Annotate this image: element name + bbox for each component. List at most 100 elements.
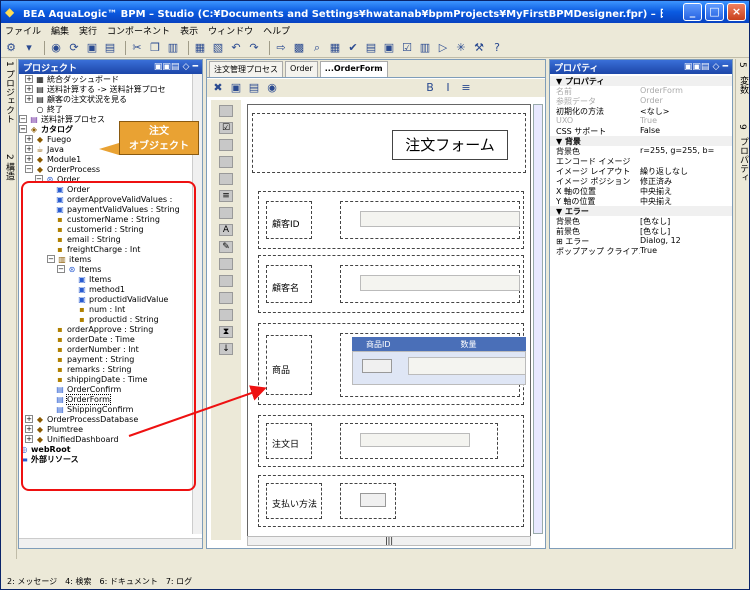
palette-link-icon[interactable]: ✎ <box>219 241 233 253</box>
tree-node[interactable]: + ◆ Fuego <box>25 134 71 144</box>
form-title[interactable]: 注文フォーム <box>392 130 508 160</box>
property-row[interactable]: UXO True <box>550 116 732 126</box>
palette-menu-icon[interactable]: ≡ <box>219 190 233 202</box>
property-row[interactable]: ⊞ エラー Dialog, 12 <box>550 236 732 246</box>
side-tab-properties[interactable]: プロパティ <box>737 137 750 182</box>
status-messages[interactable]: 2: メッセージ <box>7 576 57 587</box>
tree-node[interactable]: − ◆ OrderProcess <box>25 164 100 174</box>
side-tab-structure[interactable]: 2 構造 <box>3 154 16 181</box>
palette-field-icon[interactable] <box>219 275 233 287</box>
deploy-icon[interactable]: ▾ <box>22 41 36 55</box>
expander-icon[interactable]: + <box>25 95 33 103</box>
side-tab-variables[interactable]: 変数 <box>737 76 750 94</box>
delete-icon[interactable]: ✖ <box>211 81 225 95</box>
align-icon[interactable]: ≡ <box>459 81 473 95</box>
tree-node[interactable]: + ▤ 顧客の注文状況を見る <box>25 94 127 104</box>
book-icon[interactable]: ▤ <box>364 41 378 55</box>
redo-icon[interactable]: ↷ <box>247 41 261 55</box>
grid-icon[interactable]: ▩ <box>292 41 306 55</box>
tab-order-form[interactable]: ...OrderForm <box>319 61 388 77</box>
status-search[interactable]: 4: 検索 <box>65 576 91 587</box>
palette-grid-icon[interactable] <box>219 173 233 185</box>
tab-order-process[interactable]: 注文管理プロセス <box>209 61 283 77</box>
expander-icon[interactable]: + <box>25 85 33 93</box>
expander-icon[interactable]: − <box>19 125 27 133</box>
property-value[interactable]: 中央揃え <box>640 196 732 206</box>
product-id-select[interactable] <box>362 359 392 373</box>
check-icon[interactable]: ✔ <box>346 41 360 55</box>
property-row[interactable]: エンコード イメージ <box>550 156 732 166</box>
customer-id-input[interactable] <box>360 211 520 227</box>
property-row[interactable]: 背景色 r=255, g=255, b= <box>550 146 732 156</box>
menu-help[interactable]: ヘルプ <box>263 24 290 37</box>
property-value[interactable] <box>640 76 732 86</box>
tree-node[interactable]: + ☕ Java <box>25 144 64 154</box>
minimize-button[interactable]: _ <box>683 3 702 21</box>
print-icon[interactable]: ▦ <box>193 41 207 55</box>
tree-node[interactable]: + ◆ Module1 <box>25 154 81 164</box>
menu-component[interactable]: コンポーネント <box>107 24 170 37</box>
settings-icon[interactable]: ⚙ <box>4 41 18 55</box>
paste-icon[interactable]: ▥ <box>166 41 180 55</box>
globe-icon[interactable]: ◉ <box>49 41 63 55</box>
menu-window[interactable]: ウィンドウ <box>208 24 253 37</box>
palette-panel-icon[interactable] <box>219 105 233 117</box>
side-tab-project[interactable]: 1 プロジェクト <box>3 61 16 124</box>
preview-icon[interactable]: ▣ <box>229 81 243 95</box>
debug-icon[interactable]: ✳ <box>454 41 468 55</box>
tools-icon[interactable]: ⚒ <box>472 41 486 55</box>
menu-view[interactable]: 表示 <box>180 24 198 37</box>
property-category[interactable]: ▼ エラー <box>550 206 732 216</box>
italic-icon[interactable]: I <box>441 81 455 95</box>
table-icon[interactable]: ▦ <box>328 41 342 55</box>
property-category[interactable]: ▼ プロパティ <box>550 76 732 86</box>
property-row[interactable]: 名前 OrderForm <box>550 86 732 96</box>
property-value[interactable]: <なし> <box>640 106 732 116</box>
tree-node[interactable]: − ▤ 送料計算プロセス <box>19 114 105 124</box>
menu-edit[interactable]: 編集 <box>51 24 69 37</box>
property-value[interactable]: True <box>640 246 732 256</box>
property-row[interactable]: 参照データ Order <box>550 96 732 106</box>
forward-icon[interactable]: ⇨ <box>274 41 288 55</box>
palette-pin-icon[interactable]: ↓ <box>219 343 233 355</box>
checkbox-icon[interactable]: ☑ <box>400 41 414 55</box>
undo-icon[interactable]: ↶ <box>229 41 243 55</box>
expander-icon[interactable]: − <box>19 115 27 123</box>
property-value[interactable]: Order <box>640 96 732 106</box>
property-row[interactable]: X 軸の位置 中央揃え <box>550 186 732 196</box>
property-row[interactable]: 初期化の方法 <なし> <box>550 106 732 116</box>
property-value[interactable]: 修正済み <box>640 176 732 186</box>
cut-icon[interactable]: ✂ <box>130 41 144 55</box>
maximize-button[interactable]: □ <box>705 3 724 21</box>
tree-node[interactable]: + ▦ 統合ダッシュボード <box>25 74 119 84</box>
palette-spinner-icon[interactable] <box>219 309 233 321</box>
property-category[interactable]: ▼ 背景 <box>550 136 732 146</box>
editor-horizontal-scrollbar[interactable]: ||| <box>247 536 531 546</box>
panel-controls-icon[interactable]: ▣▣▤ ◇ ━ <box>154 62 198 72</box>
menu-file[interactable]: ファイル <box>5 24 41 37</box>
tree-node[interactable]: ○ 終了 <box>35 104 64 114</box>
palette-table-icon[interactable] <box>219 207 233 219</box>
property-value[interactable] <box>640 156 732 166</box>
status-log[interactable]: 7: ログ <box>166 576 192 587</box>
property-value[interactable]: True <box>640 116 732 126</box>
property-value[interactable]: r=255, g=255, b= <box>640 146 732 156</box>
panel-controls-icon[interactable]: ▣▣▤ ◇ ━ <box>684 62 728 72</box>
palette-list-icon[interactable] <box>219 156 233 168</box>
customer-name-input[interactable] <box>360 275 520 291</box>
property-value[interactable] <box>640 136 732 146</box>
palette-date-icon[interactable] <box>219 292 233 304</box>
palette-image-icon[interactable] <box>219 258 233 270</box>
tree-node[interactable]: + ▤ 送料計算する -> 送料計算プロセ <box>25 84 166 94</box>
layout-icon[interactable]: ▥ <box>418 41 432 55</box>
hierarchy-icon[interactable]: ▧ <box>211 41 225 55</box>
editor-vertical-scrollbar[interactable] <box>533 104 543 534</box>
status-documents[interactable]: 6: ドキュメント <box>100 576 158 587</box>
property-row[interactable]: Y 軸の位置 中央揃え <box>550 196 732 206</box>
tree-node[interactable]: − ◈ カタログ <box>19 124 73 134</box>
help-icon[interactable]: ? <box>490 41 504 55</box>
expander-icon[interactable]: + <box>25 145 33 153</box>
property-value[interactable]: Dialog, 12 <box>640 236 732 246</box>
tab-order[interactable]: Order <box>285 61 318 77</box>
property-value[interactable]: 中央揃え <box>640 186 732 196</box>
